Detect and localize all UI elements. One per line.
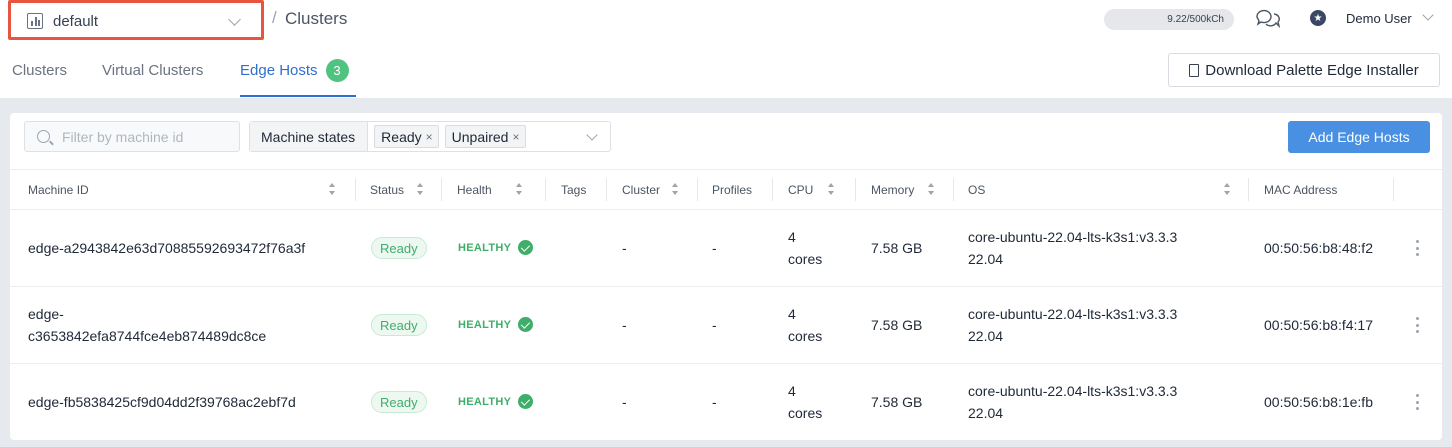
machine-id: edge-a2943842e63d70885592693472f76a3f (28, 240, 306, 256)
machine-id-filter[interactable] (24, 121, 240, 152)
table-row[interactable]: edge-c3653842efa8744fce4eb874489dc8ce Re… (10, 287, 1442, 364)
machine-id: edge-c3653842efa8744fce4eb874489dc8ce (28, 306, 267, 344)
more-actions-icon[interactable] (1416, 317, 1420, 333)
check-circle-icon (518, 394, 534, 409)
top-bar: default / Clusters 9.22/500kCh ★ Demo Us… (0, 0, 1452, 98)
user-name[interactable]: Demo User (1346, 11, 1412, 26)
table-row[interactable]: edge-fb5838425cf9d04dd2f39768ac2ebf7d Re… (10, 364, 1442, 441)
column-memory[interactable]: Memory (871, 170, 914, 209)
machine-id-filter-input[interactable] (62, 128, 232, 145)
breadcrumb-separator: / (272, 8, 277, 27)
mac-address-value: 00:50:56:b8:1e:fb (1264, 394, 1373, 410)
remove-chip-icon[interactable]: × (512, 130, 519, 144)
breadcrumb[interactable]: Clusters (285, 9, 347, 29)
column-tags: Tags (561, 182, 587, 197)
status-badge: Ready (371, 391, 427, 413)
column-cluster[interactable]: Cluster (622, 170, 660, 209)
os-value: core-ubuntu-22.04-lts-k3s1:v3.3.3 22.04 (968, 306, 1178, 344)
health-status: HEALTHY (458, 317, 534, 332)
memory-value: 7.58 GB (871, 394, 923, 410)
memory-value: 7.58 GB (871, 240, 923, 256)
mac-address-value: 00:50:56:b8:f4:17 (1264, 317, 1373, 333)
profiles-value: - (712, 240, 717, 256)
cpu-value: 4 cores (788, 229, 823, 267)
project-chart-icon (27, 13, 43, 29)
download-edge-installer-button[interactable]: Download Palette Edge Installer (1168, 53, 1440, 87)
chat-icon[interactable] (1254, 8, 1280, 30)
cluster-value: - (622, 394, 627, 410)
status-badge: Ready (371, 314, 427, 336)
chevron-down-icon[interactable] (586, 129, 598, 141)
edge-hosts-panel: Machine states Ready × Unpaired × Add Ed… (10, 113, 1442, 440)
sort-icon[interactable] (329, 183, 335, 195)
column-machine-id[interactable]: Machine ID (28, 170, 89, 209)
search-icon (37, 130, 50, 143)
cluster-value: - (622, 317, 627, 333)
more-actions-icon[interactable] (1416, 240, 1420, 256)
status-badge: Ready (371, 237, 427, 259)
state-chip-unpaired: Unpaired × (444, 125, 526, 148)
column-mac-address: MAC Address (1264, 182, 1338, 197)
sort-icon[interactable] (1224, 183, 1230, 195)
edge-hosts-count-badge: 3 (325, 59, 349, 82)
state-chip-ready: Ready × (374, 125, 439, 148)
health-status: HEALTHY (458, 394, 534, 409)
cluster-value: - (622, 240, 627, 256)
profiles-value: - (712, 317, 717, 333)
profiles-value: - (712, 394, 717, 410)
memory-value: 7.58 GB (871, 317, 923, 333)
column-health[interactable]: Health (457, 170, 492, 209)
machine-states-label: Machine states (250, 122, 369, 151)
sort-icon[interactable] (928, 183, 934, 195)
table-row[interactable]: edge-a2943842e63d70885592693472f76a3f Re… (10, 210, 1442, 287)
column-profiles: Profiles (712, 182, 753, 197)
check-circle-icon (518, 240, 534, 255)
user-menu-chevron-icon[interactable] (1422, 9, 1434, 21)
usage-text: 9.22/500kCh (1167, 14, 1224, 25)
tab-edge-hosts[interactable]: Edge Hosts 3 (240, 52, 356, 97)
column-cpu[interactable]: CPU (788, 170, 813, 209)
machine-id: edge-fb5838425cf9d04dd2f39768ac2ebf7d (28, 394, 296, 410)
cpu-value: 4 cores (788, 306, 823, 344)
column-status[interactable]: Status (370, 170, 404, 209)
add-edge-hosts-button[interactable]: Add Edge Hosts (1288, 121, 1430, 153)
sort-icon[interactable] (516, 183, 522, 195)
os-value: core-ubuntu-22.04-lts-k3s1:v3.3.3 22.04 (968, 383, 1178, 421)
sort-icon[interactable] (417, 183, 423, 195)
table-header: Machine ID Status Health Tags Cluster Pr… (10, 169, 1442, 210)
tab-clusters[interactable]: Clusters (12, 52, 67, 97)
machine-states-filter[interactable]: Machine states Ready × Unpaired × (249, 121, 611, 152)
check-circle-icon (518, 317, 534, 332)
more-actions-icon[interactable] (1416, 394, 1420, 410)
file-download-icon (1189, 63, 1200, 77)
project-name: default (53, 12, 99, 30)
usage-meter[interactable]: 9.22/500kCh (1104, 9, 1234, 30)
sort-icon[interactable] (672, 183, 678, 195)
column-os[interactable]: OS (968, 170, 985, 209)
cpu-value: 4 cores (788, 383, 823, 421)
tab-virtual-clusters[interactable]: Virtual Clusters (102, 52, 203, 97)
os-value: core-ubuntu-22.04-lts-k3s1:v3.3.3 22.04 (968, 229, 1178, 267)
remove-chip-icon[interactable]: × (426, 130, 433, 144)
health-status: HEALTHY (458, 240, 534, 255)
mac-address-value: 00:50:56:b8:48:f2 (1264, 240, 1373, 256)
user-avatar-icon[interactable]: ★ (1310, 10, 1326, 26)
chevron-down-icon (228, 13, 241, 26)
sort-icon[interactable] (828, 183, 834, 195)
project-selector[interactable]: default (8, 0, 264, 40)
